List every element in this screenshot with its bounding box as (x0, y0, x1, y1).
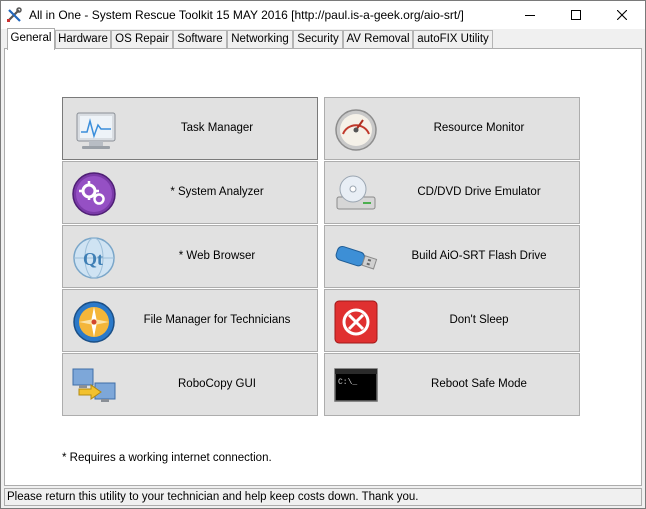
system-analyzer-button[interactable]: * System Analyzer (62, 161, 318, 224)
tab-general[interactable]: General (7, 28, 55, 50)
tab-hardware[interactable]: Hardware (55, 30, 111, 49)
app-window: All in One - System Rescue Toolkit 15 MA… (0, 0, 646, 509)
minimize-icon (525, 15, 535, 16)
dont-sleep-button[interactable]: Don't Sleep (324, 289, 580, 352)
gears-icon (71, 171, 117, 217)
status-text: Please return this utility to your techn… (7, 491, 419, 503)
maximize-button[interactable] (553, 1, 599, 29)
cd-dvd-emulator-button[interactable]: CD/DVD Drive Emulator (324, 161, 580, 224)
task-manager-button[interactable]: Task Manager (62, 97, 318, 160)
robocopy-gui-label: RoboCopy GUI (178, 378, 256, 390)
qt-globe-icon: Qt (71, 235, 117, 281)
web-browser-label: * Web Browser (178, 250, 256, 262)
minimize-button[interactable] (507, 1, 553, 29)
copy-computers-icon (71, 363, 117, 409)
tab-autofix-utility[interactable]: autoFIX Utility (413, 30, 493, 49)
usb-flash-drive-icon (333, 235, 379, 281)
build-flash-drive-label: Build AiO-SRT Flash Drive (411, 250, 547, 262)
tab-os-repair[interactable]: OS Repair (111, 30, 173, 49)
resource-monitor-label: Resource Monitor (433, 122, 525, 134)
tab-networking[interactable]: Networking (227, 30, 293, 49)
title-bar[interactable]: All in One - System Rescue Toolkit 15 MA… (1, 1, 645, 29)
toolkit-icon[interactable] (6, 7, 22, 23)
task-manager-monitor-icon (71, 107, 117, 153)
optical-drive-icon (333, 171, 379, 217)
internet-footnote: * Requires a working internet connection… (62, 452, 272, 464)
maximize-icon (571, 10, 581, 20)
file-manager-button[interactable]: File Manager for Technicians (62, 289, 318, 352)
window-title: All in One - System Rescue Toolkit 15 MA… (29, 8, 464, 22)
resource-monitor-button[interactable]: Resource Monitor (324, 97, 580, 160)
tab-security[interactable]: Security (293, 30, 343, 49)
command-prompt-icon: C:\_ (333, 363, 379, 409)
no-sleep-icon (333, 299, 379, 345)
svg-text:Qt: Qt (83, 249, 103, 269)
task-manager-label: Task Manager (180, 122, 254, 134)
close-button[interactable] (599, 1, 645, 29)
tab-bar: General Hardware OS Repair Software Netw… (3, 28, 643, 50)
robocopy-gui-button[interactable]: RoboCopy GUI (62, 353, 318, 416)
dont-sleep-label: Don't Sleep (449, 314, 509, 326)
svg-text:C:\_: C:\_ (338, 378, 357, 387)
gauge-icon (333, 107, 379, 153)
reboot-safe-mode-button[interactable]: C:\_ Reboot Safe Mode (324, 353, 580, 416)
tab-software[interactable]: Software (173, 30, 227, 49)
reboot-safe-mode-label: Reboot Safe Mode (431, 378, 527, 390)
system-analyzer-label: * System Analyzer (170, 186, 264, 198)
close-icon (617, 10, 627, 20)
file-manager-label: File Manager for Technicians (143, 314, 291, 326)
compass-icon (71, 299, 117, 345)
tab-av-removal[interactable]: AV Removal (343, 30, 413, 49)
cd-dvd-emulator-label: CD/DVD Drive Emulator (417, 186, 541, 198)
status-bar: Please return this utility to your techn… (4, 488, 642, 506)
web-browser-button[interactable]: Qt * Web Browser (62, 225, 318, 288)
build-flash-drive-button[interactable]: Build AiO-SRT Flash Drive (324, 225, 580, 288)
general-panel: Task Manager * System Analyzer Qt * Web … (4, 48, 642, 486)
